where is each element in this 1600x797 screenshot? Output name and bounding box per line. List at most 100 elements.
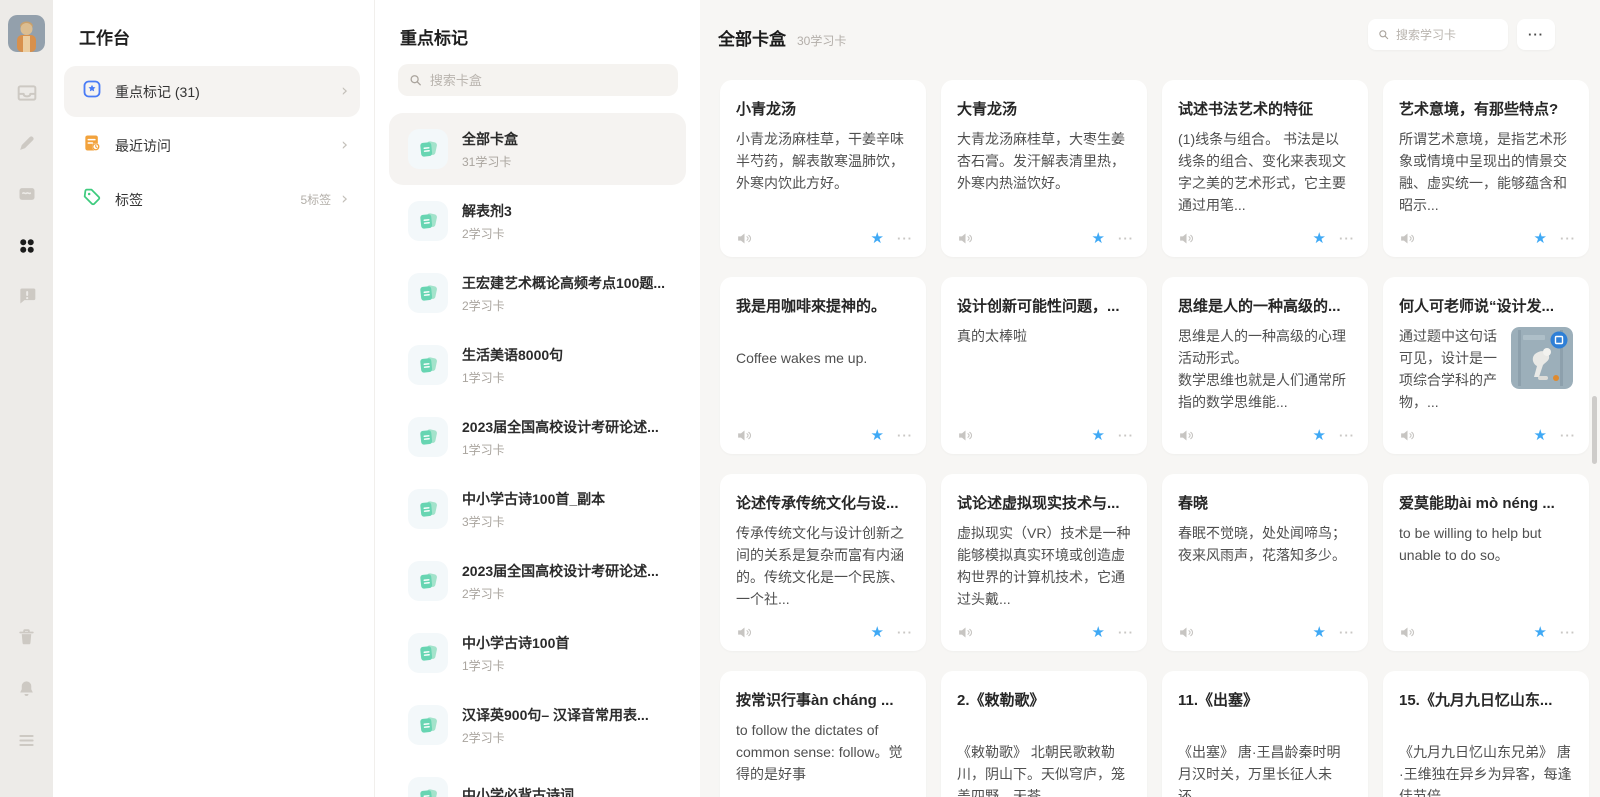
study-card[interactable]: 思维是人的一种高级的... 思维是人的一种高级的心理活动形式。 数学思维也就是人…: [1162, 277, 1368, 454]
star-icon[interactable]: ★: [1313, 625, 1326, 640]
card-more-icon[interactable]: ···: [1339, 232, 1355, 245]
star-icon[interactable]: ★: [1092, 625, 1105, 640]
workspace-item-recent[interactable]: 最近访问 ›: [64, 120, 360, 171]
card-more-icon[interactable]: ···: [1118, 232, 1134, 245]
study-card[interactable]: 设计创新可能性问题，... 真的太棒啦 ★ ···: [941, 277, 1147, 454]
apps-grid-icon[interactable]: [16, 235, 37, 256]
deck-item[interactable]: 2023届全国高校设计考研论述... 1学习卡: [389, 401, 686, 473]
deck-cards-icon: [408, 777, 448, 797]
deck-cards-icon: [408, 345, 448, 385]
deck-search-input[interactable]: [429, 72, 667, 88]
card-more-icon[interactable]: ···: [897, 232, 913, 245]
audio-icon[interactable]: [1399, 230, 1416, 247]
deck-search[interactable]: [398, 64, 678, 96]
deck-name: 2023届全国高校设计考研论述...: [462, 562, 659, 579]
card-more-icon[interactable]: ···: [1339, 429, 1355, 442]
deck-name: 王宏建艺术概论高频考点100题...: [462, 274, 666, 291]
star-icon[interactable]: ★: [1534, 625, 1547, 640]
study-card[interactable]: 小青龙汤 小青龙汤麻桂草，干姜辛味半芍药，解表散寒温肺饮，外寒内饮此方好。 ★ ·…: [720, 80, 926, 257]
study-card[interactable]: 我是用咖啡來提神的。 Coffee wakes me up. ★ ···: [720, 277, 926, 454]
deck-cards-icon: [408, 561, 448, 601]
study-card[interactable]: 论述传承传统文化与设... 传承传统文化与设计创新之间的关系是复杂而富有内涵的。…: [720, 474, 926, 651]
study-card[interactable]: 大青龙汤 大青龙汤麻桂草，大枣生姜杏石膏。发汗解表清里热，外寒内热溢饮好。 ★ ·…: [941, 80, 1147, 257]
audio-icon[interactable]: [736, 624, 753, 641]
deck-item[interactable]: 生活美语8000句 1学习卡: [389, 329, 686, 401]
bookmark-star-icon: [82, 79, 102, 104]
deck-item[interactable]: 中小学古诗100首_副本 3学习卡: [389, 473, 686, 545]
star-icon[interactable]: ★: [1313, 428, 1326, 443]
card-more-icon[interactable]: ···: [1560, 626, 1576, 639]
deck-item[interactable]: 中小学古诗100首 1学习卡: [389, 617, 686, 689]
deck-name: 汉译英900句– 汉译音常用表...: [462, 706, 649, 723]
deck-item[interactable]: 汉译英900句– 汉译音常用表... 2学习卡: [389, 689, 686, 761]
menu-icon[interactable]: [16, 730, 37, 751]
feedback-icon[interactable]: [16, 285, 37, 306]
study-card[interactable]: 按常识行事àn cháng ... to follow the dictates…: [720, 671, 926, 797]
deck-count: 3学习卡: [462, 514, 505, 529]
deck-name: 生活美语8000句: [462, 346, 564, 363]
deck-item[interactable]: 中小学必背古诗词: [389, 761, 686, 797]
audio-icon[interactable]: [736, 230, 753, 247]
card-more-icon[interactable]: ···: [897, 429, 913, 442]
card-more-icon[interactable]: ···: [1118, 626, 1134, 639]
study-card[interactable]: 春晓 春眠不觉晓，处处闻啼鸟； 夜来风雨声，花落知多少。 ★ ···: [1162, 474, 1368, 651]
study-card[interactable]: 艺术意境，有那些特点? 所谓艺术意境，是指艺术形象或情境中呈现出的情景交融、虚实…: [1383, 80, 1589, 257]
study-card[interactable]: 何人可老师说“设计发... 通过题中这句话可见，设计是一项综合学科的产物，...: [1383, 277, 1589, 454]
card-more-icon[interactable]: ···: [897, 626, 913, 639]
star-icon[interactable]: ★: [1534, 428, 1547, 443]
audio-icon[interactable]: [736, 427, 753, 444]
workspace-item-label: 重点标记 (31): [115, 83, 200, 100]
star-icon[interactable]: ★: [1092, 428, 1105, 443]
card-search[interactable]: [1368, 19, 1508, 50]
card-title: 11.《出塞》: [1178, 692, 1259, 709]
deck-item[interactable]: 2023届全国高校设计考研论述... 2学习卡: [389, 545, 686, 617]
audio-icon[interactable]: [957, 624, 974, 641]
study-card[interactable]: 15.《九月九日忆山东... 《九月九日忆山东兄弟》 唐·王维独在异乡为异客，每…: [1383, 671, 1589, 797]
inbox-icon[interactable]: [16, 82, 37, 103]
study-card[interactable]: 试述书法艺术的特征 (1)线条与组合。 书法是以线条的组合、变化来表现文字之美的…: [1162, 80, 1368, 257]
card-more-icon[interactable]: ···: [1560, 232, 1576, 245]
audio-icon[interactable]: [1178, 230, 1195, 247]
more-button[interactable]: ···: [1517, 19, 1555, 50]
deck-item[interactable]: 王宏建艺术概论高频考点100题... 2学习卡: [389, 257, 686, 329]
audio-icon[interactable]: [1399, 624, 1416, 641]
card-body: Coffee wakes me up.: [736, 350, 868, 366]
card-search-input[interactable]: [1396, 27, 1498, 42]
star-icon[interactable]: ★: [1092, 231, 1105, 246]
deck-item[interactable]: 全部卡盒 31学习卡: [389, 113, 686, 185]
audio-icon[interactable]: [957, 230, 974, 247]
flashcards-icon[interactable]: [16, 183, 37, 204]
card-more-icon[interactable]: ···: [1339, 626, 1355, 639]
deck-item[interactable]: 解表剂3 2学习卡: [389, 185, 686, 257]
star-icon[interactable]: ★: [871, 625, 884, 640]
pen-icon[interactable]: [16, 133, 37, 154]
scrollbar-thumb[interactable]: [1592, 396, 1597, 464]
deck-name: 2023届全国高校设计考研论述...: [462, 418, 659, 435]
star-icon[interactable]: ★: [871, 428, 884, 443]
audio-icon[interactable]: [1178, 427, 1195, 444]
audio-icon[interactable]: [1399, 427, 1416, 444]
bell-icon[interactable]: [16, 678, 37, 699]
card-body: (1)线条与组合。 书法是以线条的组合、变化来表现文字之美的艺术形式，它主要通过…: [1178, 131, 1346, 213]
study-card[interactable]: 试论述虚拟现实技术与... 虚拟现实（VR）技术是一种能够模拟真实环境或创造虚构…: [941, 474, 1147, 651]
card-more-icon[interactable]: ···: [1560, 429, 1576, 442]
star-icon[interactable]: ★: [871, 231, 884, 246]
star-icon[interactable]: ★: [1534, 231, 1547, 246]
audio-icon[interactable]: [957, 427, 974, 444]
workspace-item-highlights[interactable]: 重点标记 (31) ›: [64, 66, 360, 117]
deck-name: 中小学必背古诗词: [462, 787, 574, 797]
deck-name: 中小学古诗100首_副本: [462, 490, 606, 507]
deck-cards-icon: [408, 633, 448, 673]
study-card[interactable]: 爱莫能助ài mò néng ... to be willing to help…: [1383, 474, 1589, 651]
search-icon: [410, 75, 421, 86]
study-card[interactable]: 11.《出塞》 《出塞》 唐·王昌龄秦时明月汉时关，万里长征人未还... ★··…: [1162, 671, 1368, 797]
workspace-item-tags[interactable]: 标签 5标签 ›: [64, 174, 360, 225]
trash-icon[interactable]: [16, 626, 37, 647]
user-avatar[interactable]: [8, 15, 45, 52]
search-icon: [1379, 30, 1389, 40]
star-icon[interactable]: ★: [1313, 231, 1326, 246]
card-more-icon[interactable]: ···: [1118, 429, 1134, 442]
audio-icon[interactable]: [1178, 624, 1195, 641]
study-card[interactable]: 2.《敕勒歌》 《敕勒歌》 北朝民歌敕勒川，阴山下。天似穹庐，笼盖四野。天苍..…: [941, 671, 1147, 797]
workspace-item-label: 标签: [115, 191, 143, 208]
